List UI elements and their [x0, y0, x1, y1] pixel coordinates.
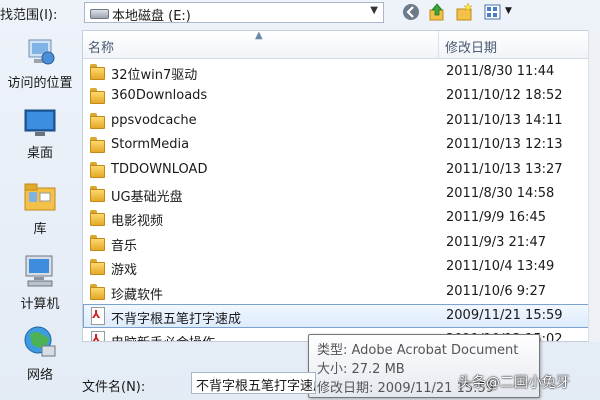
table-row[interactable]: TDDOWNLOAD 2011/10/13 13:27 — [83, 158, 599, 182]
vertical-scrollbar[interactable] — [588, 30, 600, 342]
file-date: 2011/8/30 14:58 — [446, 186, 555, 201]
file-name: UG基础光盘 — [111, 190, 183, 205]
place-libraries[interactable]: 库 — [0, 180, 80, 237]
place-label: 库 — [33, 222, 47, 237]
table-row[interactable]: 32位win7驱动 2011/8/30 11:44 — [83, 60, 599, 84]
pdf-icon: ⅄ — [89, 307, 107, 325]
place-computer[interactable]: 计算机 — [0, 253, 80, 312]
chevron-down-icon[interactable]: ▼ — [370, 5, 378, 16]
file-date: 2011/9/9 16:45 — [446, 210, 546, 226]
folder-icon — [89, 258, 107, 276]
file-date: 2011/9/3 21:47 — [446, 234, 546, 250]
location-text: 本地磁盘 (E:) — [112, 9, 191, 24]
place-label: 计算机 — [20, 297, 60, 312]
sort-ascending-icon: ▲ — [255, 30, 263, 41]
file-name: 32位win7驱动 — [111, 68, 198, 83]
back-icon[interactable] — [402, 3, 420, 21]
file-name: 电影视频 — [111, 214, 164, 230]
file-date: 2009/11/21 15:59 — [446, 308, 563, 323]
table-row[interactable]: 珍藏软件 2011/10/6 9:27 — [83, 280, 599, 304]
file-date: 2011/10/12 18:52 — [446, 88, 563, 104]
table-row[interactable]: StormMedia 2011/10/13 12:13 — [83, 133, 599, 157]
table-row-selected[interactable]: ⅄ 不背字根五笔打字速成 2009/11/21 15:59 — [83, 304, 599, 328]
folder-icon — [89, 185, 107, 203]
location-combobox[interactable]: 本地磁盘 (E:) ▼ — [84, 2, 384, 24]
folder-icon — [89, 209, 107, 227]
places-bar: 访问的位置 桌面 库 计算机 网络 — [0, 28, 80, 400]
filename-input[interactable]: 不背字根五笔打字速成 — [191, 372, 316, 394]
tooltip-size: 大小: 27.2 MB — [317, 362, 405, 377]
table-row[interactable]: ppsvodcache 2011/10/13 14:11 — [83, 109, 599, 133]
column-header-date[interactable]: 修改日期 — [445, 37, 497, 56]
view-dropdown-icon[interactable]: ▼ — [505, 6, 512, 16]
watermark: 头条@二国小兔牙 — [458, 375, 570, 391]
file-name: ppsvodcache — [111, 112, 197, 128]
file-list[interactable]: 名称 ▲ 修改日期 32位win7驱动 2011/8/30 11:44 360Dow… — [82, 30, 600, 342]
list-header: 名称 ▲ 修改日期 — [83, 30, 599, 59]
file-date: 2011/10/13 14:11 — [446, 112, 563, 128]
table-row[interactable]: 360Downloads 2011/10/12 18:52 — [83, 84, 599, 108]
pdf-icon: ⅄ — [89, 331, 107, 341]
table-row[interactable]: 音乐 2011/9/3 21:47 — [83, 231, 599, 255]
file-name: 珍藏软件 — [111, 287, 164, 303]
column-header-name[interactable]: 名称 — [88, 37, 114, 56]
tooltip-type: 类型: Adobe Acrobat Document — [317, 343, 519, 358]
filename-label: 文件名(N): — [82, 380, 146, 395]
file-date: 2011/10/6 9:27 — [446, 283, 546, 299]
folder-icon — [89, 283, 107, 301]
table-row[interactable]: 电影视频 2011/9/9 16:45 — [83, 206, 599, 230]
file-name: 360Downloads — [111, 88, 208, 104]
look-in-bar: 找范围(I): 本地磁盘 (E:) ▼ ▼ — [0, 0, 600, 26]
file-name: TDDOWNLOAD — [111, 161, 208, 177]
file-date: 2011/8/30 11:44 — [446, 64, 555, 79]
file-date: 2011/10/13 12:13 — [446, 137, 563, 153]
network-icon — [24, 326, 56, 357]
table-row[interactable]: 游戏 2011/10/4 13:49 — [83, 255, 599, 279]
place-label: 网络 — [26, 368, 53, 383]
place-label: 桌面 — [26, 146, 53, 161]
place-network[interactable]: 网络 — [0, 324, 80, 383]
file-date: 2011/10/4 13:49 — [446, 259, 555, 275]
folder-icon — [89, 112, 107, 130]
view-menu-icon[interactable] — [484, 3, 502, 21]
file-date: 2011/10/13 13:27 — [446, 161, 563, 177]
folder-icon — [89, 63, 107, 81]
file-name: 电脑新手必会操作 — [111, 332, 215, 341]
table-row[interactable]: UG基础光盘 2011/8/30 14:58 — [83, 182, 599, 206]
folder-icon — [89, 87, 107, 105]
up-folder-icon[interactable] — [428, 3, 446, 21]
folder-icon — [89, 161, 107, 179]
file-name: 不背字根五笔打字速成 — [111, 312, 242, 327]
column-divider[interactable] — [438, 31, 439, 58]
file-name: StormMedia — [111, 137, 190, 153]
place-desktop[interactable]: 桌面 — [0, 108, 80, 161]
drive-icon — [90, 9, 109, 19]
computer-icon — [25, 255, 53, 287]
place-recent[interactable]: 访问的位置 — [0, 36, 80, 91]
new-folder-icon[interactable] — [455, 3, 473, 21]
folder-icon — [89, 234, 107, 252]
place-label: 访问的位置 — [7, 76, 73, 91]
recent-places-icon — [28, 39, 55, 65]
file-name: 游戏 — [111, 263, 138, 279]
look-in-label: 找范围(I): — [0, 8, 58, 23]
libraries-icon — [24, 183, 56, 211]
desktop-icon — [24, 109, 56, 136]
folder-icon — [89, 136, 107, 154]
file-name: 音乐 — [111, 238, 138, 254]
